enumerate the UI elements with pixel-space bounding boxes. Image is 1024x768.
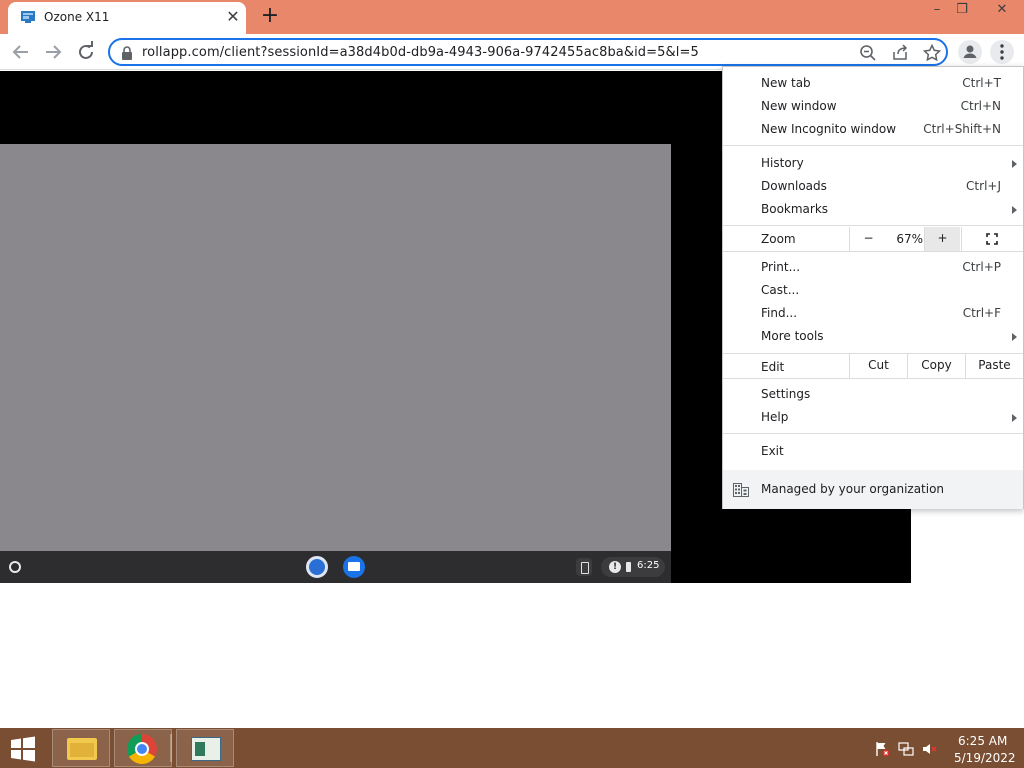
- paste-button[interactable]: Paste: [965, 354, 1023, 378]
- battery-icon: [626, 562, 631, 572]
- tab-ozone-x11[interactable]: Ozone X11 ✕: [8, 2, 246, 34]
- menu-separator: [723, 378, 1023, 379]
- new-tab-plus-icon[interactable]: +: [259, 5, 281, 28]
- taskbar-divider: [170, 734, 172, 762]
- profile-avatar-icon[interactable]: [958, 40, 982, 64]
- chrome-main-menu: New tab Ctrl+T New window Ctrl+N New Inc…: [722, 66, 1024, 509]
- chromeos-shelf: ! 6:25: [0, 551, 671, 583]
- menu-edit-row: Edit Cut Copy Paste: [723, 354, 1023, 378]
- menu-item-downloads[interactable]: Downloads Ctrl+J: [723, 175, 1023, 198]
- menu-item-new-window[interactable]: New window Ctrl+N: [723, 95, 1023, 118]
- address-bar[interactable]: rollapp.com/client?sessionId=a38d4b0d-db…: [108, 38, 948, 66]
- menu-item-new-tab[interactable]: New tab Ctrl+T: [723, 72, 1023, 95]
- tab-title: Ozone X11: [44, 10, 110, 24]
- submenu-arrow-icon: [1012, 206, 1017, 214]
- menu-item-more-tools[interactable]: More tools: [723, 325, 1023, 348]
- forward-arrow-icon[interactable]: [41, 40, 65, 64]
- menu-separator: [723, 225, 1023, 226]
- reload-icon[interactable]: [74, 40, 98, 64]
- notification-info-icon: !: [609, 561, 621, 573]
- windows-taskbar: 6:25 AM 5/19/2022: [0, 728, 1024, 768]
- window-restore-button[interactable]: ❐: [947, 0, 977, 22]
- shelf-clock: 6:25: [637, 560, 660, 571]
- zoom-out-button[interactable]: −: [849, 227, 887, 251]
- submenu-arrow-icon: [1012, 333, 1017, 341]
- remote-desktop-wallpaper[interactable]: [0, 144, 671, 552]
- menu-item-help[interactable]: Help: [723, 406, 1023, 429]
- menu-item-new-incognito-window[interactable]: New Incognito window Ctrl+Shift+N: [723, 118, 1023, 141]
- chrome-icon: [127, 734, 157, 764]
- menu-item-settings[interactable]: Settings: [723, 383, 1023, 406]
- tab-close-icon[interactable]: ✕: [224, 8, 242, 26]
- menu-item-cast[interactable]: Cast...: [723, 279, 1023, 302]
- copy-button[interactable]: Copy: [907, 354, 965, 378]
- windows-start-icon[interactable]: [8, 736, 38, 762]
- zoom-level: 67%: [896, 232, 923, 246]
- menu-separator: [723, 251, 1023, 252]
- zoom-label: Zoom: [761, 232, 796, 246]
- fullscreen-button[interactable]: [961, 227, 1023, 251]
- file-explorer-icon: [67, 738, 97, 760]
- menu-item-bookmarks[interactable]: Bookmarks: [723, 198, 1023, 221]
- url-text[interactable]: rollapp.com/client?sessionId=a38d4b0d-db…: [142, 45, 699, 60]
- shelf-chromium-icon[interactable]: [306, 556, 328, 578]
- kebab-menu-icon: [1000, 44, 1004, 60]
- window-close-button[interactable]: ✕: [980, 0, 1024, 22]
- lock-icon[interactable]: [120, 45, 134, 61]
- menu-separator: [723, 433, 1023, 434]
- browser-toolbar: rollapp.com/client?sessionId=a38d4b0d-db…: [0, 34, 1024, 70]
- menu-item-print[interactable]: Print... Ctrl+P: [723, 256, 1023, 279]
- cut-button[interactable]: Cut: [849, 354, 907, 378]
- taskbar-clock-date[interactable]: 5/19/2022: [954, 751, 1016, 765]
- taskbar-file-explorer[interactable]: [52, 729, 110, 767]
- menu-item-history[interactable]: History: [723, 152, 1023, 175]
- menu-item-find[interactable]: Find... Ctrl+F: [723, 302, 1023, 325]
- volume-muted-icon[interactable]: [922, 741, 938, 757]
- phone-hub-icon[interactable]: [576, 558, 592, 576]
- zoom-in-button[interactable]: +: [924, 227, 960, 251]
- launcher-circle-icon[interactable]: [9, 561, 21, 573]
- shelf-files-folder-icon[interactable]: [343, 556, 365, 578]
- managed-by-organization[interactable]: Managed by your organization: [723, 470, 1023, 509]
- fullscreen-icon: [986, 233, 998, 245]
- submenu-arrow-icon: [1012, 414, 1017, 422]
- submenu-arrow-icon: [1012, 160, 1017, 168]
- taskbar-rollapp-window[interactable]: [176, 729, 234, 767]
- taskbar-clock-time[interactable]: 6:25 AM: [958, 734, 1007, 748]
- building-icon: [733, 483, 749, 497]
- bookmark-star-icon[interactable]: [922, 43, 942, 63]
- edit-label: Edit: [761, 360, 785, 374]
- status-tray[interactable]: ! 6:25: [601, 557, 665, 577]
- share-icon[interactable]: [890, 43, 910, 63]
- network-icon[interactable]: [898, 741, 914, 757]
- rollapp-favicon-icon: [21, 11, 35, 23]
- menu-separator: [723, 145, 1023, 146]
- chrome-menu-button[interactable]: [990, 40, 1014, 64]
- action-center-flag-icon[interactable]: [874, 741, 890, 757]
- menu-item-exit[interactable]: Exit: [723, 440, 1023, 463]
- back-arrow-icon[interactable]: [9, 40, 33, 64]
- menu-zoom-row: Zoom − 67% +: [723, 227, 1023, 251]
- tab-strip: Ozone X11 ✕ + – ❐ ✕: [0, 0, 1024, 34]
- rollapp-window-icon: [191, 737, 221, 761]
- taskbar-chrome[interactable]: [114, 729, 172, 767]
- zoom-out-icon[interactable]: [858, 43, 878, 63]
